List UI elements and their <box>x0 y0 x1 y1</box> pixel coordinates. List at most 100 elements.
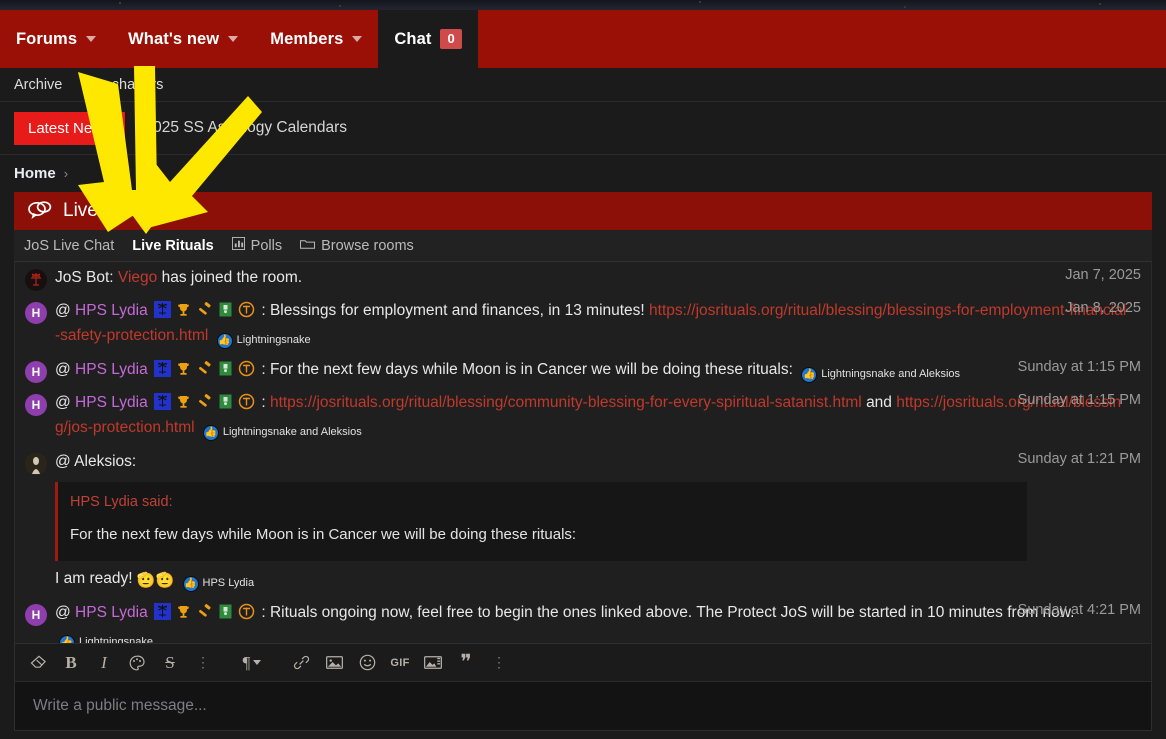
chat-message-list[interactable]: JoS Bot: Viego has joined the room. Jan … <box>14 262 1152 643</box>
reaction-names: Lightningsnake <box>237 332 311 350</box>
at-symbol: @ <box>55 394 75 411</box>
avatar[interactable]: H <box>25 394 47 416</box>
reaction-badge[interactable]: 👍 Lightningsnake and Aleksios <box>801 366 960 384</box>
thumbs-up-icon: 👍 <box>801 367 817 383</box>
insert-quote-icon[interactable]: ❞ <box>451 649 481 677</box>
circle-badge <box>238 603 255 620</box>
reaction-names: Lightningsnake and Aleksios <box>821 366 960 384</box>
breadcrumb-separator: › <box>64 166 68 181</box>
avatar[interactable]: H <box>25 604 47 626</box>
sigil-badge <box>154 301 171 318</box>
at-symbol: @ <box>55 604 75 621</box>
message-link[interactable]: https://josrituals.org/ritual/blessing/c… <box>270 394 862 411</box>
latest-news-tag[interactable]: Latest News <box>14 112 125 145</box>
avatar[interactable]: H <box>25 361 47 383</box>
remove-formatting-icon[interactable] <box>23 649 53 677</box>
reaction-badge[interactable]: 👍 Lightningsnake and Aleksios <box>203 424 362 442</box>
avatar[interactable]: H <box>25 302 47 324</box>
reply-text: I am ready! <box>55 570 133 587</box>
message-author[interactable]: HPS Lydia <box>75 302 148 319</box>
message-author[interactable]: HPS Lydia <box>75 394 148 411</box>
reaction-names: Lightningsnake <box>79 634 153 643</box>
message-author[interactable]: HPS Lydia <box>75 604 148 621</box>
reaction-badge[interactable]: 👍 Lightningsnake <box>59 634 153 643</box>
reaction-badge[interactable]: 👍 HPS Lydia <box>183 575 255 593</box>
nav-spacer <box>478 10 1166 68</box>
message-body: @ HPS Lydia : Blessings for employment a… <box>55 299 1141 350</box>
insert-gif-icon[interactable]: GIF <box>385 649 415 677</box>
insert-link-icon[interactable] <box>286 649 316 677</box>
quoted-message[interactable]: HPS Lydia said: For the next few days wh… <box>55 482 1027 561</box>
nav-item-whats-new[interactable]: What's new <box>112 10 254 68</box>
bot-author: JoS Bot: <box>55 269 114 286</box>
subnav-item-archive[interactable]: Archive <box>14 77 62 93</box>
book-badge <box>217 360 234 377</box>
tab-label: Live Rituals <box>132 238 213 254</box>
thumbs-up-icon: 👍 <box>59 635 75 643</box>
colon-separator: : <box>261 394 270 411</box>
table-row[interactable]: H @ HPS Lydia : Rituals ongoing now, fee… <box>15 597 1151 643</box>
subnav-item-top-chatters[interactable]: Top chatters <box>84 77 163 93</box>
more-options-icon[interactable]: ⋮ <box>484 649 514 677</box>
bold-icon[interactable]: B <box>56 649 86 677</box>
italic-icon[interactable]: I <box>89 649 119 677</box>
sigil-badge <box>154 393 171 410</box>
avatar[interactable] <box>25 453 47 475</box>
nav-item-chat[interactable]: Chat 0 <box>378 10 477 68</box>
table-row[interactable]: H @ HPS Lydia : For the next few days wh… <box>15 354 1151 388</box>
insert-image-icon[interactable] <box>319 649 349 677</box>
avatar[interactable] <box>25 269 47 291</box>
nav-item-members[interactable]: Members <box>254 10 378 68</box>
message-body: @ HPS Lydia : https://josrituals.org/rit… <box>55 391 1141 442</box>
reply-line: I am ready! 🫡🫡 👍 HPS Lydia <box>55 565 1127 593</box>
trophy-badge <box>175 603 192 620</box>
user-badges <box>154 301 255 318</box>
message-composer[interactable]: Write a public message... <box>15 682 1151 730</box>
paragraph-format-icon[interactable]: ¶ <box>237 649 267 677</box>
poll-bars-icon <box>232 237 245 254</box>
sigil-badge <box>154 360 171 377</box>
message-body: @ HPS Lydia : For the next few days whil… <box>55 358 1141 384</box>
nav-item-label: What's new <box>128 30 219 49</box>
main-navigation: Forums What's new Members Chat 0 <box>0 10 1166 68</box>
table-row[interactable]: @ Aleksios: HPS Lydia said: For the next… <box>15 446 1151 597</box>
breadcrumb-home[interactable]: Home <box>14 165 56 182</box>
gavel-badge <box>196 360 213 377</box>
thumbs-up-icon: 👍 <box>203 425 219 441</box>
reaction-names: Lightningsnake and Aleksios <box>223 424 362 442</box>
circle-badge <box>238 360 255 377</box>
trophy-badge <box>175 393 192 410</box>
reaction-badge[interactable]: 👍 Lightningsnake <box>217 332 311 350</box>
message-timestamp: Sunday at 1:15 PM <box>1018 359 1141 375</box>
text-color-palette-icon[interactable] <box>122 649 152 677</box>
insert-media-icon[interactable] <box>418 649 448 677</box>
message-author[interactable]: @ Aleksios: <box>55 453 136 470</box>
strikethrough-icon[interactable]: S <box>155 649 185 677</box>
saluting-face-emoji: 🫡🫡 <box>137 572 174 589</box>
thumbs-up-icon: 👍 <box>183 576 199 592</box>
user-badges <box>154 360 255 377</box>
chat-unread-badge: 0 <box>440 29 461 49</box>
tab-browse-rooms[interactable]: Browse rooms <box>300 238 414 254</box>
more-formatting-icon[interactable]: ⋮ <box>188 649 218 677</box>
book-badge <box>217 301 234 318</box>
joined-username[interactable]: Viego <box>118 269 157 286</box>
table-row[interactable]: H @ HPS Lydia : Blessings for employment… <box>15 295 1151 354</box>
trophy-badge <box>175 360 192 377</box>
chat-subnavigation: Archive Top chatters <box>0 68 1166 102</box>
table-row[interactable]: JoS Bot: Viego has joined the room. Jan … <box>15 262 1151 295</box>
tab-jos-live-chat[interactable]: JoS Live Chat <box>24 238 114 254</box>
editor-toolbar: B I S ⋮ ¶ GIF ❞ ⋮ <box>15 644 1151 682</box>
tab-live-rituals[interactable]: Live Rituals <box>132 238 213 254</box>
nav-item-forums[interactable]: Forums <box>0 10 112 68</box>
colon-separator: : <box>261 604 270 621</box>
chevron-down-icon <box>352 36 362 42</box>
table-row[interactable]: H @ HPS Lydia : https://josrituals.org/r… <box>15 387 1151 446</box>
tab-polls[interactable]: Polls <box>232 237 282 254</box>
folder-icon <box>300 238 315 254</box>
insert-emoji-icon[interactable] <box>352 649 382 677</box>
latest-news-headline[interactable]: 2025 SS Astrology Calendars <box>145 119 347 137</box>
at-symbol: @ <box>55 302 75 319</box>
thumbs-up-icon: 👍 <box>217 333 233 349</box>
message-author[interactable]: HPS Lydia <box>75 361 148 378</box>
